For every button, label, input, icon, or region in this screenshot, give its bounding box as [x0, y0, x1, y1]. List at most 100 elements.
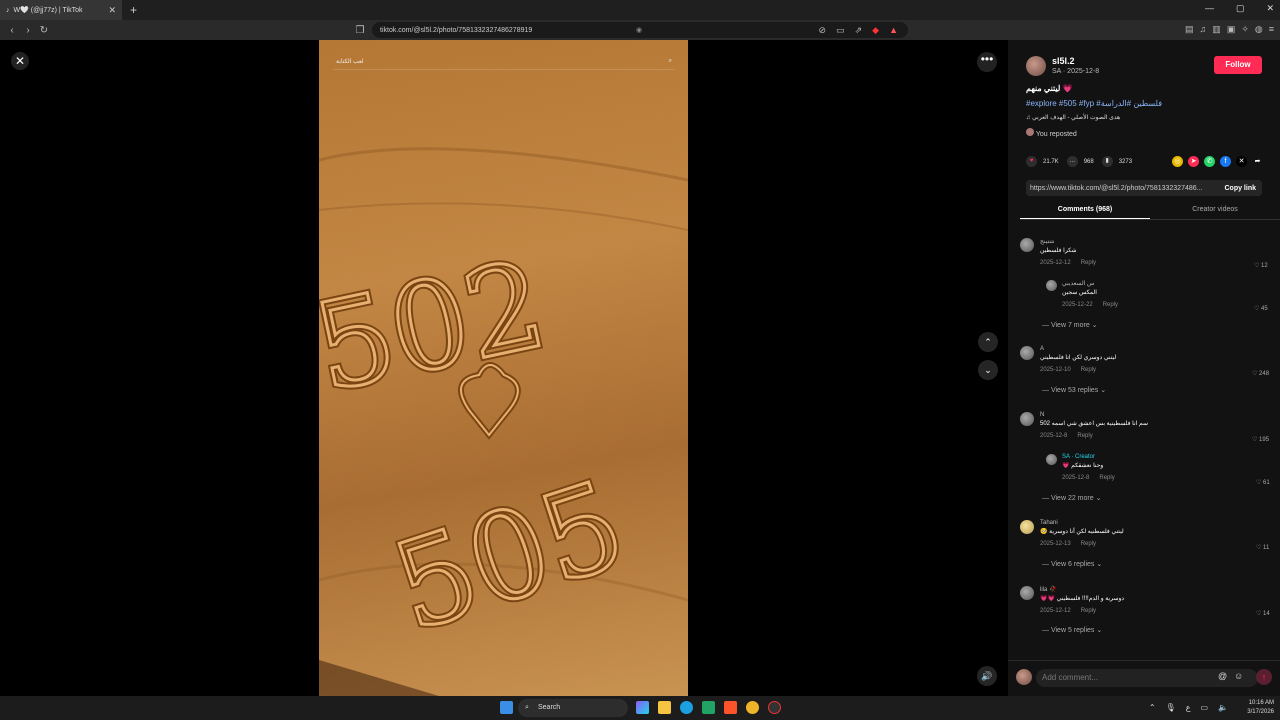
share-icon[interactable]: ⇗: [855, 25, 863, 36]
heart-icon[interactable]: ♥: [1026, 156, 1037, 167]
tab-comments[interactable]: Comments (968): [1020, 200, 1150, 219]
minimize-icon[interactable]: —: [1205, 3, 1214, 14]
mute-site-icon[interactable]: ⊘: [819, 25, 827, 36]
bookmark-icon[interactable]: ❒: [352, 25, 368, 36]
reply-button[interactable]: Reply: [1103, 302, 1118, 308]
comment-avatar[interactable]: [1020, 238, 1034, 252]
reply-button[interactable]: Reply: [1081, 541, 1096, 547]
emoji-icon[interactable]: ☺: [1234, 671, 1243, 681]
cast-icon[interactable]: ▭: [836, 25, 845, 36]
comment-avatar[interactable]: [1046, 280, 1057, 291]
vpn-icon[interactable]: ◍: [1255, 24, 1263, 35]
whatsapp-icon[interactable]: ✆: [1204, 156, 1215, 167]
taskbar-search[interactable]: ⌕ Search: [518, 699, 628, 717]
copilot-icon[interactable]: [636, 701, 649, 714]
view-more-replies[interactable]: — View 22 more ⌄: [1042, 494, 1101, 502]
wallet-icon[interactable]: ▣: [1227, 24, 1236, 35]
link-field[interactable]: https://www.tiktok.com/@sl5l.2/photo/758…: [1026, 180, 1262, 196]
windows-start-icon[interactable]: [500, 701, 513, 714]
reply-button[interactable]: Reply: [1081, 260, 1096, 266]
view-more-replies[interactable]: — View 7 more ⌄: [1042, 321, 1098, 329]
author-info[interactable]: sl5l.2 SA · 2025-12-8: [1026, 56, 1099, 76]
comment-stat[interactable]: … 968: [1066, 156, 1094, 167]
maximize-icon[interactable]: ▢: [1236, 3, 1245, 14]
extensions-icon[interactable]: ✧: [1241, 24, 1249, 35]
author-avatar[interactable]: [1026, 56, 1046, 76]
comment-author[interactable]: SA · Creator: [1062, 454, 1115, 460]
facebook-icon[interactable]: f: [1220, 156, 1231, 167]
url-field[interactable]: tiktok.com/@sl5l.2/photo/758133232748627…: [372, 22, 908, 38]
save-stat[interactable]: ▮ 3273: [1101, 156, 1132, 167]
comment-author[interactable]: A: [1040, 346, 1116, 352]
follow-button[interactable]: Follow: [1214, 56, 1262, 74]
comment-author[interactable]: نتنتينج: [1040, 238, 1096, 245]
comment-avatar[interactable]: [1020, 520, 1034, 534]
comment-like[interactable]: ♡ 14: [1256, 610, 1270, 617]
comment-author[interactable]: Tahani: [1040, 520, 1124, 526]
chevron-up-icon[interactable]: ⌃: [978, 332, 998, 352]
close-icon[interactable]: ✕: [11, 52, 29, 70]
file-explorer-icon[interactable]: [658, 701, 671, 714]
mention-icon[interactable]: @: [1218, 671, 1227, 681]
comment-avatar[interactable]: [1020, 586, 1034, 600]
window-close-icon[interactable]: ✕: [1266, 3, 1274, 14]
edge-icon[interactable]: [680, 701, 693, 714]
tab-close-icon[interactable]: ✕: [108, 5, 116, 16]
share-arrow-icon[interactable]: ➦: [1252, 156, 1263, 167]
reply-button[interactable]: Reply: [1077, 433, 1092, 439]
speaker-icon[interactable]: 🔈: [1218, 703, 1228, 712]
reply-button[interactable]: Reply: [1099, 475, 1114, 481]
comment-icon[interactable]: …: [1066, 156, 1078, 167]
menu-icon[interactable]: ≡: [1269, 24, 1274, 35]
volume-icon[interactable]: 🔊: [977, 666, 997, 686]
comment-author[interactable]: N: [1040, 412, 1148, 418]
comment-like[interactable]: ♡ 11: [1256, 544, 1269, 551]
comment-avatar[interactable]: [1020, 346, 1034, 360]
copy-link-button[interactable]: Copy link: [1224, 185, 1262, 192]
brave-shield-icon[interactable]: ◆: [872, 25, 879, 36]
sidebar-icon[interactable]: ▤: [1185, 24, 1194, 35]
music-label[interactable]: ♫ هدى الصوت الأصلي - الهدف العربي: [1026, 114, 1120, 121]
mic-icon[interactable]: 🎙: [1166, 703, 1176, 712]
view-more-replies[interactable]: — View 53 replies ⌄: [1042, 386, 1106, 394]
more-icon[interactable]: •••: [977, 52, 997, 72]
comment-like[interactable]: ♡ 248: [1252, 370, 1269, 377]
chrome-icon[interactable]: [746, 701, 759, 714]
browser-tab[interactable]: ♪ W🤍 (@jj77z) | TikTok ✕: [0, 0, 122, 20]
reload-icon[interactable]: ↻: [36, 25, 52, 36]
forward-icon[interactable]: ›: [20, 25, 36, 36]
reply-button[interactable]: Reply: [1081, 367, 1096, 373]
brave-icon[interactable]: [724, 701, 737, 714]
send-icon[interactable]: ↑: [1256, 669, 1272, 685]
app-icon[interactable]: [768, 701, 781, 714]
bookmark-icon[interactable]: ▮: [1101, 156, 1113, 167]
view-more-replies[interactable]: — View 6 replies ⌄: [1042, 560, 1102, 568]
tray-expand-icon[interactable]: ⌃: [1149, 703, 1156, 712]
chevron-down-icon[interactable]: ⌄: [978, 360, 998, 380]
language-icon[interactable]: ع: [1186, 703, 1191, 712]
excel-icon[interactable]: [702, 701, 715, 714]
author-name[interactable]: sl5l.2: [1052, 56, 1099, 66]
new-tab-icon[interactable]: +: [130, 3, 137, 17]
comment-author[interactable]: lila 🥀: [1040, 586, 1124, 593]
comment-avatar[interactable]: [1020, 412, 1034, 426]
view-more-replies[interactable]: — View 5 replies ⌄: [1042, 626, 1102, 634]
clock[interactable]: 10:16 AM 3/17/2026: [1247, 699, 1274, 717]
post-tags[interactable]: #explore #505 #fyp #فلسطين #الدراسة: [1026, 99, 1162, 108]
reply-button[interactable]: Reply: [1081, 608, 1096, 614]
comment-avatar[interactable]: [1046, 454, 1057, 465]
reader-icon[interactable]: ▥: [1212, 24, 1221, 35]
network-icon[interactable]: ▭: [1200, 703, 1208, 712]
embed-icon[interactable]: ◎: [1172, 156, 1183, 167]
back-icon[interactable]: ‹: [4, 25, 20, 36]
comment-like[interactable]: ♡ 195: [1252, 436, 1269, 443]
like-stat[interactable]: ♥ 21.7K: [1026, 156, 1059, 167]
send-to-friends-icon[interactable]: ➤: [1188, 156, 1199, 167]
tab-creator-videos[interactable]: Creator videos: [1150, 200, 1280, 219]
comment-like[interactable]: ♡ 45: [1254, 305, 1268, 312]
media-icon[interactable]: ♫: [1200, 24, 1207, 35]
comment-like[interactable]: ♡ 12: [1254, 262, 1268, 269]
x-icon[interactable]: ✕: [1236, 156, 1247, 167]
rewards-icon[interactable]: ▲: [889, 25, 898, 36]
comment-author[interactable]: س السعديبي: [1062, 280, 1118, 287]
